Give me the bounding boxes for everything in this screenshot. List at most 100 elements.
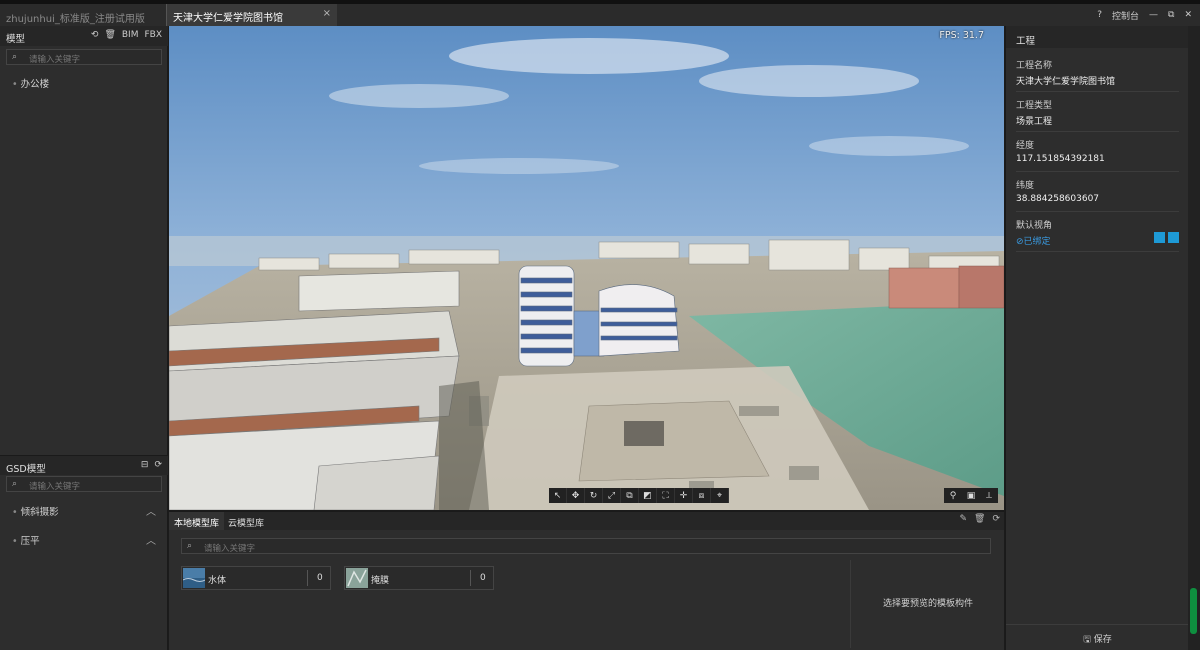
tab-cloud-library[interactable]: 云模型库 bbox=[223, 512, 269, 530]
mask-thumbnail bbox=[346, 568, 368, 588]
tree-item-label: 办公楼 bbox=[20, 79, 50, 90]
gsd-panel-title: GSD模型 bbox=[6, 464, 46, 475]
project-panel-title: 工程 bbox=[1016, 36, 1036, 47]
gsd-group-flatten[interactable]: • 压平 ︿ bbox=[0, 529, 168, 551]
bullet-icon: • bbox=[12, 536, 18, 547]
refresh-icon[interactable]: ⟳ bbox=[992, 514, 1000, 524]
prop-key: 工程类型 bbox=[1016, 101, 1053, 111]
viewport-toolbar-right: ⚲ ▣ ⟂ bbox=[944, 488, 998, 503]
model-library-panel: 本地模型库 云模型库 ✎ 🗑 ⟳ ⌕ 请输入关键字 水体 0 掩膜 0 选择要预… bbox=[169, 511, 1004, 650]
item-count: 0 bbox=[317, 573, 323, 583]
restore-icon[interactable]: ⧉ bbox=[1168, 10, 1174, 20]
console-button[interactable]: 控制台 bbox=[1112, 9, 1139, 22]
screenshot-icon[interactable]: ▣ bbox=[962, 488, 980, 503]
fit-view-icon[interactable]: ⌖ bbox=[711, 488, 729, 503]
gsd-panel-header: GSD模型 ⊟ ⟳ bbox=[0, 455, 168, 475]
library-item-water[interactable]: 水体 0 bbox=[181, 566, 331, 590]
minimize-icon[interactable]: — bbox=[1149, 10, 1158, 20]
prop-key: 经度 bbox=[1016, 141, 1035, 151]
group-label: 压平 bbox=[20, 536, 40, 547]
template-preview-area: 选择要预览的模板构件 bbox=[850, 560, 1004, 648]
location-pin-icon[interactable]: ⚲ bbox=[944, 488, 962, 503]
chevron-up-icon[interactable]: ︿ bbox=[146, 503, 156, 518]
tab-local-library[interactable]: 本地模型库 bbox=[169, 512, 225, 530]
reset-view-icon[interactable] bbox=[1168, 232, 1179, 243]
trash-icon[interactable]: 🗑 bbox=[974, 514, 985, 524]
frame-icon[interactable]: ⛶ bbox=[657, 488, 675, 503]
scene-render bbox=[169, 26, 1004, 510]
save-label: 保存 bbox=[1093, 635, 1112, 645]
prop-latitude: 纬度 38.884258603607 bbox=[1016, 174, 1179, 212]
library-item-mask[interactable]: 掩膜 0 bbox=[344, 566, 494, 590]
group-label: 倾斜摄影 bbox=[20, 507, 59, 518]
window-controls: ? 控制台 — ⧉ ✕ bbox=[1097, 4, 1200, 26]
prop-value: 场景工程 bbox=[1016, 117, 1053, 127]
chevron-up-icon[interactable]: ︿ bbox=[146, 532, 156, 547]
model-panel-header: 模型 ⟲ 🗑 BIM FBX bbox=[0, 26, 168, 46]
prop-value[interactable]: 天津大学仁爱学院图书馆 bbox=[1016, 74, 1115, 87]
search-icon: ⌕ bbox=[12, 52, 18, 62]
prop-value[interactable]: 38.884258603607 bbox=[1016, 194, 1099, 204]
search-placeholder: 请输入关键字 bbox=[29, 482, 81, 492]
water-thumbnail bbox=[183, 568, 205, 588]
title-bar: zhujunhui_标准版_注册试用版 天津大学仁爱学院图书馆 × ? 控制台 … bbox=[0, 0, 1200, 26]
tree-item[interactable]: • 办公楼 bbox=[12, 76, 49, 90]
scrollbar[interactable] bbox=[1188, 26, 1200, 650]
trash-icon[interactable]: 🗑 bbox=[104, 30, 115, 40]
item-count: 0 bbox=[480, 573, 486, 583]
prop-key: 纬度 bbox=[1016, 181, 1035, 191]
library-search-input[interactable]: ⌕ 请输入关键字 bbox=[181, 538, 991, 554]
prop-value[interactable]: 117.151854392181 bbox=[1016, 154, 1105, 164]
prop-key: 工程名称 bbox=[1016, 61, 1053, 71]
3d-viewport[interactable]: FPS: 31.7 ↖ ✥ ↻ ⤢ ⧉ ◩ ⛶ ✛ ⧈ ⌖ ⚲ ▣ ⟂ bbox=[169, 26, 1004, 510]
edit-icon[interactable]: ✎ bbox=[959, 514, 967, 524]
select-arrow-icon[interactable]: ↖ bbox=[549, 488, 567, 503]
fbx-button[interactable]: FBX bbox=[144, 30, 162, 40]
pan-icon[interactable]: ✛ bbox=[675, 488, 693, 503]
clip-icon[interactable]: ◩ bbox=[639, 488, 657, 503]
prop-key: 默认视角 bbox=[1016, 221, 1053, 231]
rotate-icon[interactable]: ↻ bbox=[585, 488, 603, 503]
item-name: 水体 bbox=[208, 576, 227, 586]
prop-project-type: 工程类型 场景工程 bbox=[1016, 94, 1179, 132]
search-icon: ⌕ bbox=[187, 541, 193, 551]
bound-view-link[interactable]: ⊘已绑定 bbox=[1016, 234, 1051, 247]
move-icon[interactable]: ✥ bbox=[567, 488, 585, 503]
project-properties-panel: 工程 工程名称 天津大学仁爱学院图书馆 工程类型 场景工程 经度 117.151… bbox=[1005, 26, 1189, 650]
search-icon: ⌕ bbox=[12, 479, 18, 489]
prop-longitude: 经度 117.151854392181 bbox=[1016, 134, 1179, 172]
layer-icon[interactable]: ⧈ bbox=[693, 488, 711, 503]
model-search-input[interactable]: ⌕ 请输入关键字 bbox=[6, 49, 162, 65]
close-icon[interactable]: ✕ bbox=[1184, 10, 1192, 20]
gsd-group-oblique[interactable]: • 倾斜摄影 ︿ bbox=[0, 500, 168, 522]
collapse-all-icon[interactable]: ⊟ bbox=[141, 460, 149, 470]
bullet-icon: • bbox=[12, 507, 18, 518]
library-tabs: 本地模型库 云模型库 ✎ 🗑 ⟳ bbox=[169, 512, 1004, 530]
preview-hint: 选择要预览的模板构件 bbox=[882, 599, 973, 609]
set-view-icon[interactable] bbox=[1154, 232, 1165, 243]
tab-close-icon[interactable]: × bbox=[323, 8, 331, 19]
model-panel-title: 模型 bbox=[6, 34, 26, 45]
save-button[interactable]: 🖫 保存 bbox=[1006, 624, 1189, 650]
tab-project[interactable]: 天津大学仁爱学院图书馆 × bbox=[166, 4, 337, 26]
left-panel: 模型 ⟲ 🗑 BIM FBX ⌕ 请输入关键字 • 办公楼 GSD模型 ⊟ ⟳ ⌕… bbox=[0, 26, 168, 650]
scrollbar-thumb[interactable] bbox=[1190, 588, 1197, 634]
item-name: 掩膜 bbox=[371, 576, 390, 586]
prop-project-name: 工程名称 天津大学仁爱学院图书馆 bbox=[1016, 54, 1179, 92]
help-icon[interactable]: ? bbox=[1097, 10, 1102, 20]
save-icon: 🖫 bbox=[1083, 635, 1094, 645]
project-panel-header: 工程 bbox=[1006, 26, 1189, 48]
gsd-search-input[interactable]: ⌕ 请输入关键字 bbox=[6, 476, 162, 492]
measure-icon[interactable]: ⟂ bbox=[980, 488, 998, 503]
tab-label: 天津大学仁爱学院图书馆 bbox=[173, 13, 283, 24]
search-placeholder: 请输入关键字 bbox=[204, 544, 256, 554]
refresh-icon[interactable]: ⟲ bbox=[91, 30, 99, 40]
bullet-icon: • bbox=[12, 79, 18, 90]
viewport-toolbar: ↖ ✥ ↻ ⤢ ⧉ ◩ ⛶ ✛ ⧈ ⌖ bbox=[549, 488, 729, 503]
refresh-icon[interactable]: ⟳ bbox=[154, 460, 162, 470]
search-placeholder: 请输入关键字 bbox=[29, 55, 81, 65]
copy-icon[interactable]: ⧉ bbox=[621, 488, 639, 503]
bim-button[interactable]: BIM bbox=[122, 30, 139, 40]
app-title: zhujunhui_标准版_注册试用版 bbox=[6, 14, 145, 25]
scale-icon[interactable]: ⤢ bbox=[603, 488, 621, 503]
